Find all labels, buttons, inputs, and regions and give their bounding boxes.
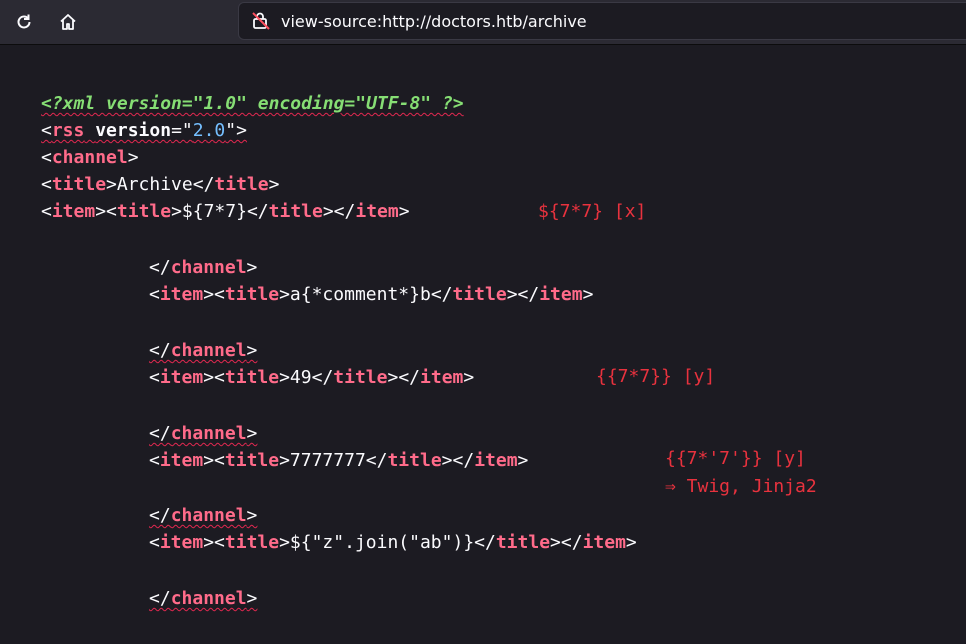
text-node: ${7*7} [181,201,247,222]
text-node: ${"z".join("ab")} [289,532,475,553]
source-line: </channel> [149,588,258,609]
source-line: </channel> [149,340,258,361]
tag-name: title [214,174,269,195]
source-line: <item><title>${7*7}</title></item> [41,201,410,222]
source-line: <item><title>49</title></item> [149,367,475,388]
source-line: </channel> [149,423,258,444]
source-line: <item><title>7777777</title></item> [149,450,529,471]
source-line: <item><title>${"z".join("ab")}</title></… [149,532,637,553]
source-line: </channel> [149,257,258,278]
home-icon [60,14,76,30]
browser-toolbar: view-source:http://doctors.htb/archive [0,0,966,45]
url-bar[interactable]: view-source:http://doctors.htb/archive [238,2,966,40]
annotation-note: ⇒ Twig, Jinja2 [665,476,817,497]
attribute-name: version [95,120,172,141]
text-node: a{*comment*}b [289,284,431,305]
text-node: Archive [116,174,193,195]
annotation-note: {{7*'7'}} [y] [665,448,806,469]
source-line: <channel> [41,147,139,168]
attribute-value: 2.0 [192,120,226,141]
tag-name: channel [51,147,128,168]
annotation-note: ${7*7} [x] [538,201,647,222]
source-line: <?xml version="1.0" encoding="UTF-8" ?> [41,90,464,117]
annotation-note: {{7*7}} [y] [596,366,716,387]
reload-button[interactable] [8,6,40,38]
view-source-content: <?xml version="1.0" encoding="UTF-8" ?> … [0,45,966,644]
text-node: 49 [289,367,312,388]
url-text: view-source:http://doctors.htb/archive [281,12,587,31]
insecure-lock-icon[interactable] [251,11,271,35]
home-button[interactable] [52,6,84,38]
source-line: <title>Archive</title> [41,174,280,195]
reload-icon [17,14,31,29]
source-line: <rss version="2.0"> [41,120,247,141]
tag-name: rss [51,120,85,141]
text-node: 7777777 [289,450,366,471]
xml-declaration: <?xml version="1.0" encoding="UTF-8" ?> [41,93,464,114]
source-line: </channel> [149,505,258,526]
source-line: <item><title>a{*comment*}b</title></item… [149,284,594,305]
tag-name: title [51,174,107,195]
